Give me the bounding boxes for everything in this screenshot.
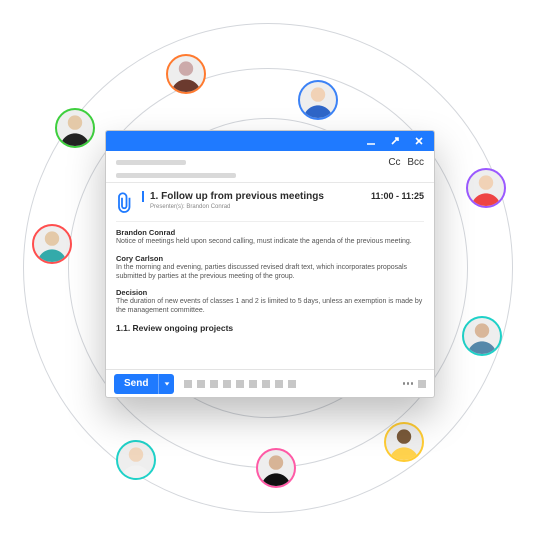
to-field[interactable] (116, 160, 186, 165)
toolbar-icon[interactable] (184, 380, 192, 388)
compose-window: Cc Bcc 1. Follow up from previous meetin… (105, 130, 435, 398)
minimize-icon[interactable] (366, 136, 376, 146)
expand-icon[interactable] (390, 136, 400, 146)
send-split-button[interactable]: Send (114, 374, 174, 394)
section-text: In the morning and evening, parties disc… (116, 264, 424, 282)
section-heading: Decision (116, 288, 424, 297)
close-icon[interactable] (414, 136, 424, 146)
agenda-section: Brandon Conrad Notice of meetings held u… (116, 228, 424, 247)
agenda-subheading: 1.1. Review ongoing projects (116, 323, 424, 333)
toolbar-icon[interactable] (262, 380, 270, 388)
avatar (256, 448, 296, 488)
delete-icon[interactable] (418, 380, 426, 388)
send-button[interactable]: Send (114, 374, 158, 394)
agenda-section: Cory Carlson In the morning and evening,… (116, 254, 424, 282)
section-heading: Cory Carlson (116, 254, 424, 263)
compose-header: Cc Bcc (106, 151, 434, 183)
toolbar-icon[interactable] (210, 380, 218, 388)
avatar (466, 168, 506, 208)
bcc-label[interactable]: Bcc (407, 157, 424, 168)
agenda-presenter: Presenter(s): Brandon Conrad (142, 204, 424, 210)
toolbar-icon[interactable] (236, 380, 244, 388)
avatar (55, 108, 95, 148)
toolbar-icon[interactable] (288, 380, 296, 388)
toolbar-icon[interactable] (197, 380, 205, 388)
toolbar-icon[interactable] (223, 380, 231, 388)
cc-bcc-toggle[interactable]: Cc Bcc (384, 157, 424, 168)
attachment-icon[interactable] (116, 191, 134, 215)
avatar (116, 440, 156, 480)
avatar (384, 422, 424, 462)
avatar (166, 54, 206, 94)
avatar (298, 80, 338, 120)
compose-footer: Send (106, 369, 434, 397)
agenda-item-time: 11:00 - 11:25 (371, 191, 424, 201)
toolbar-icon[interactable] (275, 380, 283, 388)
agenda-section: Decision The duration of new events of c… (116, 288, 424, 316)
section-heading: Brandon Conrad (116, 228, 424, 237)
avatar (32, 224, 72, 264)
avatar (462, 316, 502, 356)
cc-label[interactable]: Cc (388, 157, 400, 168)
compose-body[interactable]: 1. Follow up from previous meetings 11:0… (106, 183, 434, 369)
formatting-toolbar[interactable] (184, 380, 296, 388)
section-text: Notice of meetings held upon second call… (116, 238, 424, 247)
more-options-icon[interactable] (403, 382, 414, 385)
send-options-button[interactable] (158, 374, 174, 394)
agenda-item-title: 1. Follow up from previous meetings (142, 191, 324, 202)
toolbar-icon[interactable] (249, 380, 257, 388)
subject-field[interactable] (116, 173, 236, 178)
section-text: The duration of new events of classes 1 … (116, 298, 424, 316)
window-titlebar (106, 131, 434, 151)
